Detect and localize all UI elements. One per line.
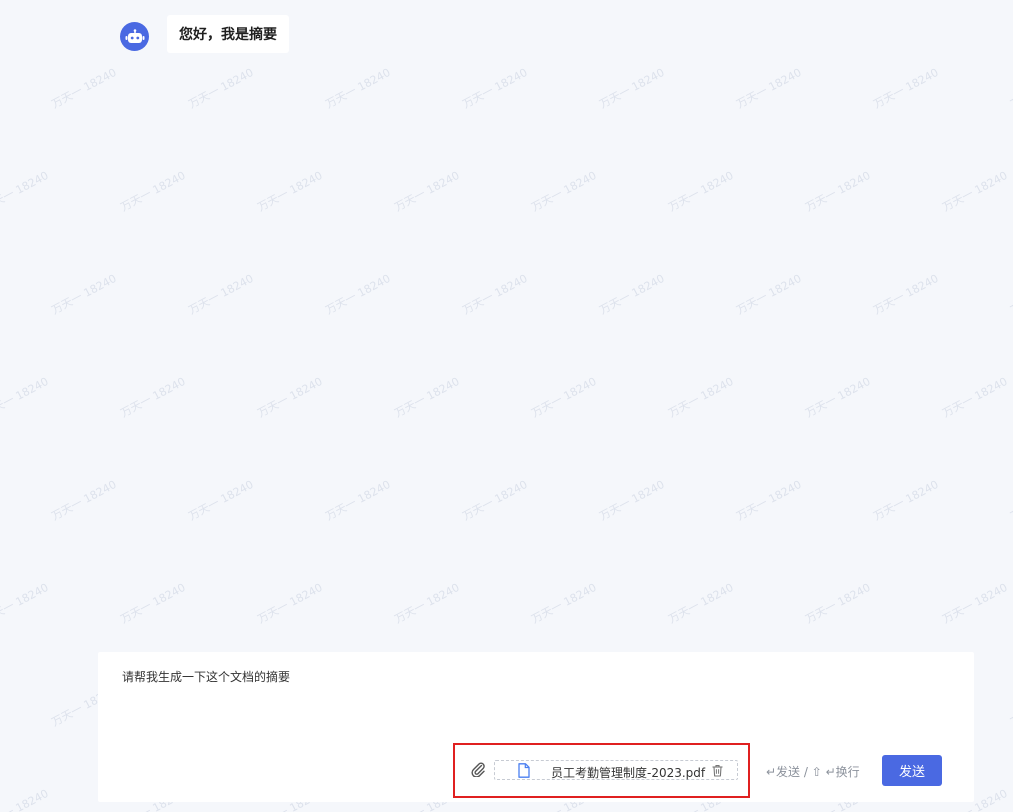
file-icon	[518, 763, 530, 778]
message-input[interactable]: 请帮我生成一下这个文档的摘要	[122, 668, 290, 685]
watermark-text: 万天一 18240	[1008, 272, 1013, 317]
watermark-text: 万天一 18240	[940, 374, 1010, 420]
watermark-text: 万天一 18240	[49, 477, 119, 523]
watermark-text: 万天一 18240	[597, 477, 667, 523]
watermark-text: 万天一 18240	[392, 374, 462, 420]
watermark-text: 万天一 18240	[734, 477, 804, 523]
watermark-text: 万天一 18240	[940, 168, 1010, 214]
watermark-text: 万天一 18240	[118, 168, 188, 214]
watermark-text: 万天一 18240	[1008, 478, 1013, 523]
watermark-text: 万天一 18240	[323, 477, 393, 523]
watermark-text: 万天一 18240	[666, 168, 736, 214]
send-button[interactable]: 发送	[882, 755, 942, 786]
watermark-text: 万天一 18240	[666, 580, 736, 626]
watermark-text: 万天一 18240	[597, 271, 667, 317]
watermark-text: 万天一 18240	[0, 580, 51, 626]
watermark-text: 万天一 18240	[49, 65, 119, 111]
watermark-text: 万天一 18240	[803, 580, 873, 626]
watermark-text: 万天一 18240	[803, 168, 873, 214]
bot-greeting-text: 您好，我是摘要	[179, 27, 277, 43]
watermark-text: 万天一 18240	[255, 168, 325, 214]
watermark-text: 万天一 18240	[323, 65, 393, 111]
watermark-text: 万天一 18240	[255, 374, 325, 420]
watermark-text: 万天一 18240	[392, 168, 462, 214]
watermark-text: 万天一 18240	[460, 65, 530, 111]
bot-message-bubble: 您好，我是摘要	[167, 15, 289, 53]
watermark-text: 万天一 18240	[666, 374, 736, 420]
watermark-text: 万天一 18240	[49, 271, 119, 317]
watermark-text: 万天一 18240	[1008, 66, 1013, 111]
watermark-text: 万天一 18240	[529, 374, 599, 420]
watermark-text: 万天一 18240	[734, 271, 804, 317]
watermark-text: 万天一 18240	[803, 374, 873, 420]
watermark-text: 万天一 18240	[871, 477, 941, 523]
watermark-text: 万天一 18240	[871, 271, 941, 317]
watermark-text: 万天一 18240	[186, 271, 256, 317]
watermark-text: 万天一 18240	[1008, 684, 1013, 729]
bot-avatar	[120, 22, 149, 51]
paperclip-icon[interactable]	[470, 761, 486, 777]
watermark-text: 万天一 18240	[597, 65, 667, 111]
watermark-text: 万天一 18240	[529, 168, 599, 214]
watermark-text: 万天一 18240	[460, 477, 530, 523]
attached-file-name: 员工考勤管理制度-2023.pdf	[551, 766, 706, 780]
watermark-text: 万天一 18240	[392, 580, 462, 626]
watermark-text: 万天一 18240	[255, 580, 325, 626]
attached-file-chip[interactable]: 员工考勤管理制度-2023.pdf	[494, 760, 738, 780]
watermark-text: 万天一 18240	[323, 271, 393, 317]
watermark-text: 万天一 18240	[940, 580, 1010, 626]
watermark-text: 万天一 18240	[871, 65, 941, 111]
watermark-text: 万天一 18240	[186, 65, 256, 111]
watermark-text: 万天一 18240	[734, 65, 804, 111]
watermark-text: 万天一 18240	[0, 786, 51, 812]
trash-icon[interactable]	[711, 764, 724, 777]
shortcut-hint: ↵发送 / ⇧ ↵换行	[766, 765, 860, 779]
message-composer: 请帮我生成一下这个文档的摘要 员工考勤管理制度-2023.pdf ↵发送 / ⇧…	[98, 652, 974, 802]
watermark-text: 万天一 18240	[118, 374, 188, 420]
watermark-text: 万天一 18240	[529, 580, 599, 626]
watermark-text: 万天一 18240	[118, 580, 188, 626]
watermark-text: 万天一 18240	[0, 168, 51, 214]
robot-icon	[125, 28, 144, 43]
watermark-text: 万天一 18240	[186, 477, 256, 523]
watermark-text: 万天一 18240	[460, 271, 530, 317]
watermark-text: 万天一 18240	[0, 374, 51, 420]
